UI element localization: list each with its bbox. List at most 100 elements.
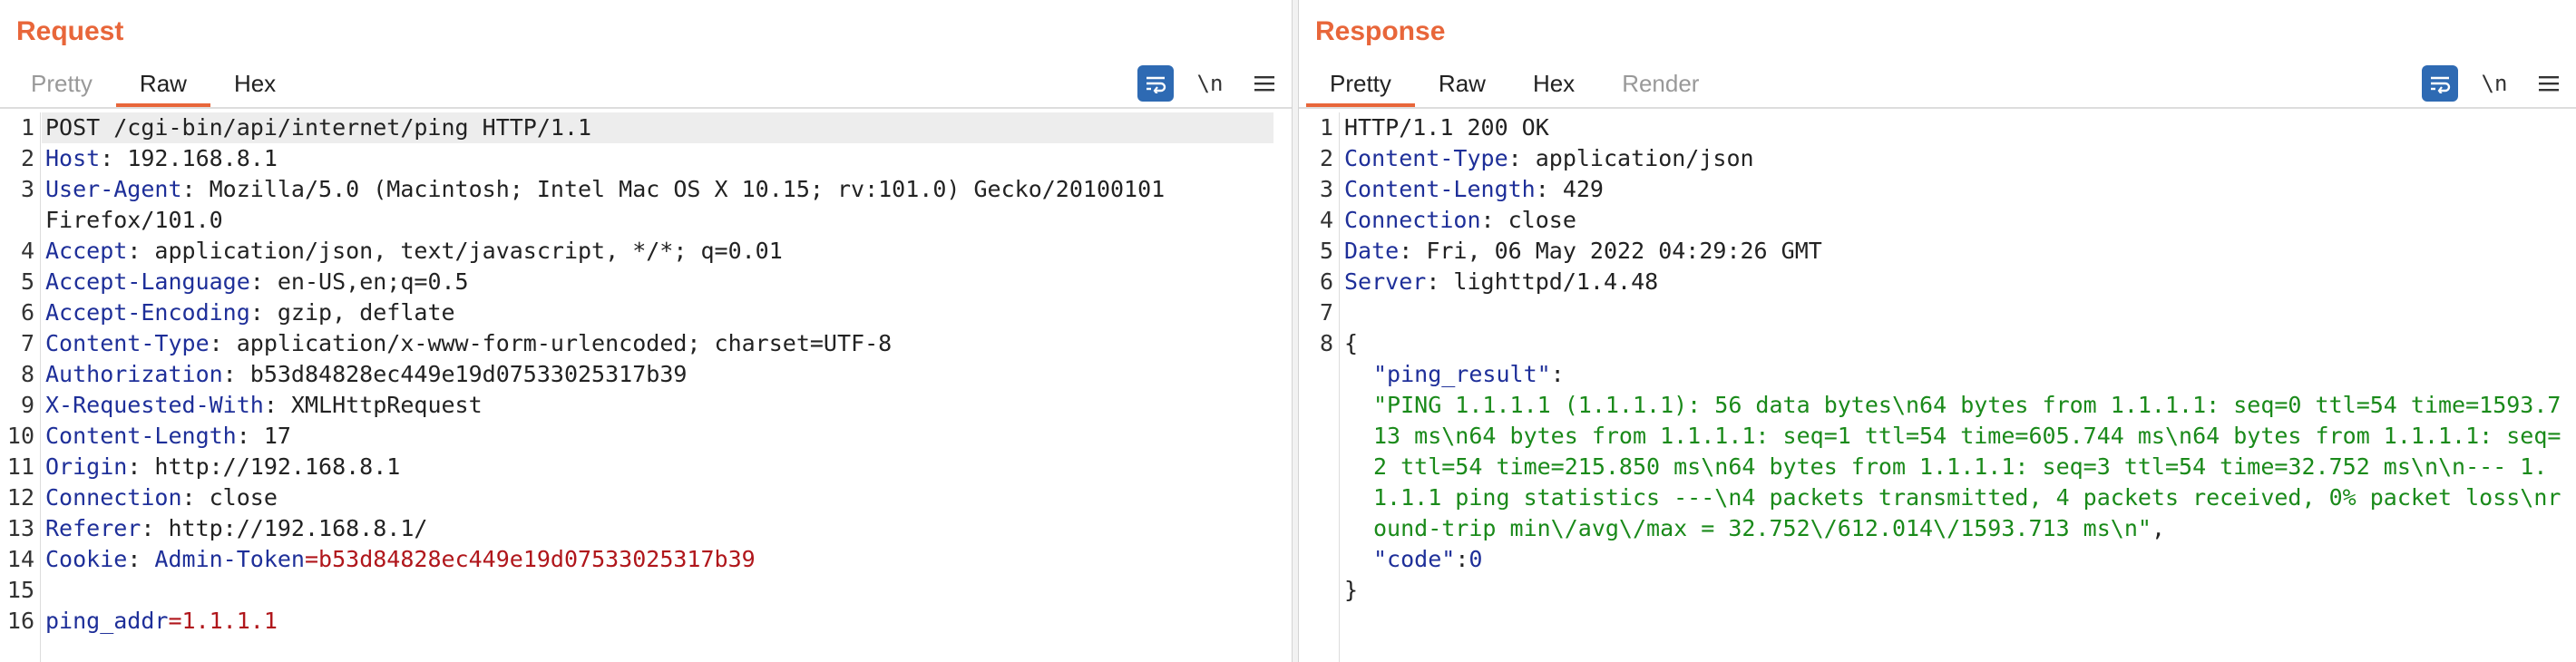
line-number: 9 [20, 392, 34, 418]
header-line: Content-Length: 429 [1344, 176, 1604, 202]
line-number: 8 [20, 361, 34, 387]
json-key: "code" [1373, 546, 1456, 572]
line-number: 6 [1319, 268, 1333, 295]
header-name: Accept-Language [45, 268, 250, 295]
code-line: 9 X-Requested-With: XMLHttpRequest [0, 390, 1292, 421]
json-string-value: "PING 1.1.1.1 (1.1.1.1): 56 data bytes\n… [1373, 392, 2561, 541]
response-editor[interactable]: 1 HTTP/1.1 200 OK 2 Content-Type: applicati… [1299, 112, 2576, 662]
line-number: 8 [1319, 330, 1333, 356]
header-name: User-Agent [45, 176, 182, 202]
request-toolbar: \n [1119, 65, 1283, 102]
menu-button[interactable] [2531, 65, 2567, 102]
show-newlines-button[interactable]: \n [2476, 65, 2513, 102]
header-value: : Fri, 06 May 2022 04:29:26 GMT [1399, 238, 1822, 264]
json-colon: : [1455, 546, 1469, 572]
line-number: 2 [1319, 145, 1333, 171]
header-name: Referer [45, 515, 141, 541]
wrap-lines-button[interactable] [1137, 65, 1174, 102]
response-title: Response [1315, 16, 1446, 46]
header-name: Content-Length [45, 423, 237, 449]
body-param: ping_addr=1.1.1.1 [45, 608, 278, 634]
code-line: 10 Content-Length: 17 [0, 421, 1292, 452]
header-name: X-Requested-With [45, 392, 264, 418]
json-number-value: 0 [1469, 546, 1483, 572]
header-name: Content-Type [45, 330, 210, 356]
line-number: 2 [20, 145, 34, 171]
header-value: : application/x-www-form-urlencoded; cha… [209, 330, 893, 356]
line-number: 6 [20, 299, 34, 326]
wrap-lines-icon [2431, 76, 2451, 93]
header-name: Origin [45, 453, 128, 480]
tab-pretty[interactable]: Pretty [7, 63, 116, 103]
request-pane: Request Pretty Raw Hex \n 1 POST /cgi-bin… [0, 0, 1292, 662]
plain-line: HTTP/1.1 200 OK [1344, 114, 1549, 141]
json-line: "ping_result": [1299, 359, 2576, 390]
json-key: "ping_result" [1373, 361, 1551, 387]
header-value: : close [1480, 207, 1576, 233]
response-lines: 1 HTTP/1.1 200 OK 2 Content-Type: applicati… [1299, 112, 2576, 359]
header-value: : lighttpd/1.4.48 [1426, 268, 1659, 295]
header-line: Host: 192.168.8.1 [45, 145, 278, 171]
plain-line: POST /cgi-bin/api/internet/ping HTTP/1.1 [45, 114, 592, 141]
header-name: Accept-Encoding [45, 299, 250, 326]
header-line: Connection: close [45, 484, 278, 511]
header-value: : 429 [1535, 176, 1604, 202]
code-line: 12 Connection: close [0, 482, 1292, 513]
param-name: ping_addr [45, 608, 169, 634]
request-tab-divider [0, 107, 1292, 109]
line-number: 14 [6, 546, 34, 572]
request-tabs: Pretty Raw Hex [7, 63, 299, 107]
code-line: 8 Authorization: b53d84828ec449e19d075330… [0, 359, 1292, 390]
wrap-lines-button[interactable] [2422, 65, 2458, 102]
header-value: : application/json [1508, 145, 1754, 171]
header-value: : close [181, 484, 278, 511]
header-line: Referer: http://192.168.8.1/ [45, 515, 427, 541]
line-number: 7 [20, 330, 34, 356]
tab-render[interactable]: Render [1598, 63, 1722, 103]
request-editor[interactable]: 1 POST /cgi-bin/api/internet/ping HTTP/1.… [0, 112, 1292, 662]
code-line: 5 Accept-Language: en-US,en;q=0.5 [0, 267, 1292, 297]
line-number: 13 [6, 515, 34, 541]
code-line: 3 Content-Length: 429 [1299, 174, 2576, 205]
header-name: Host [45, 145, 101, 171]
menu-button[interactable] [1246, 65, 1283, 102]
code-line: 1 HTTP/1.1 200 OK [1299, 112, 2576, 143]
header-value: : gzip, deflate [249, 299, 455, 326]
request-title: Request [16, 16, 124, 46]
json-comma: , [2151, 515, 2165, 541]
header-name: Connection [45, 484, 182, 511]
header-value: : XMLHttpRequest [263, 392, 483, 418]
header-value: : application/json, text/javascript, */*… [127, 238, 783, 264]
response-tab-divider [1299, 107, 2576, 109]
header-value: : en-US,en;q=0.5 [249, 268, 469, 295]
line-number: 4 [20, 238, 34, 264]
hamburger-icon [1254, 76, 1274, 92]
header-name: Authorization [45, 361, 223, 387]
pane-splitter[interactable] [1292, 0, 1299, 662]
tab-raw[interactable]: Raw [1415, 63, 1509, 103]
header-line: Date: Fri, 06 May 2022 04:29:26 GMT [1344, 238, 1822, 264]
line-number: 16 [6, 608, 34, 634]
param-value: =1.1.1.1 [168, 608, 278, 634]
line-number: 5 [20, 268, 34, 295]
json-colon: : [1550, 361, 1565, 387]
json-close-brace: } [1344, 577, 1359, 603]
hamburger-icon [2539, 76, 2559, 92]
header-value: : 17 [236, 423, 291, 449]
show-newlines-button[interactable]: \n [1192, 65, 1228, 102]
plain-line: { [1344, 330, 1359, 356]
tab-raw[interactable]: Raw [115, 63, 210, 107]
cookie-name: Admin-Token [154, 546, 305, 572]
header-line: X-Requested-With: XMLHttpRequest [45, 392, 483, 418]
code-line: 14 Cookie: Admin-Token=b53d84828ec449e19d… [0, 544, 1292, 575]
json-line: } [1299, 575, 2576, 606]
tab-pretty[interactable]: Pretty [1306, 63, 1415, 107]
line-number: 3 [20, 176, 34, 202]
code-line: 11 Origin: http://192.168.8.1 [0, 452, 1292, 482]
header-line: Accept-Encoding: gzip, deflate [45, 299, 455, 326]
tab-hex[interactable]: Hex [210, 63, 299, 103]
tab-hex[interactable]: Hex [1509, 63, 1598, 103]
line-number: 5 [1319, 238, 1333, 264]
header-line: Server: lighttpd/1.4.48 [1344, 268, 1658, 295]
line-number: 10 [6, 423, 34, 449]
